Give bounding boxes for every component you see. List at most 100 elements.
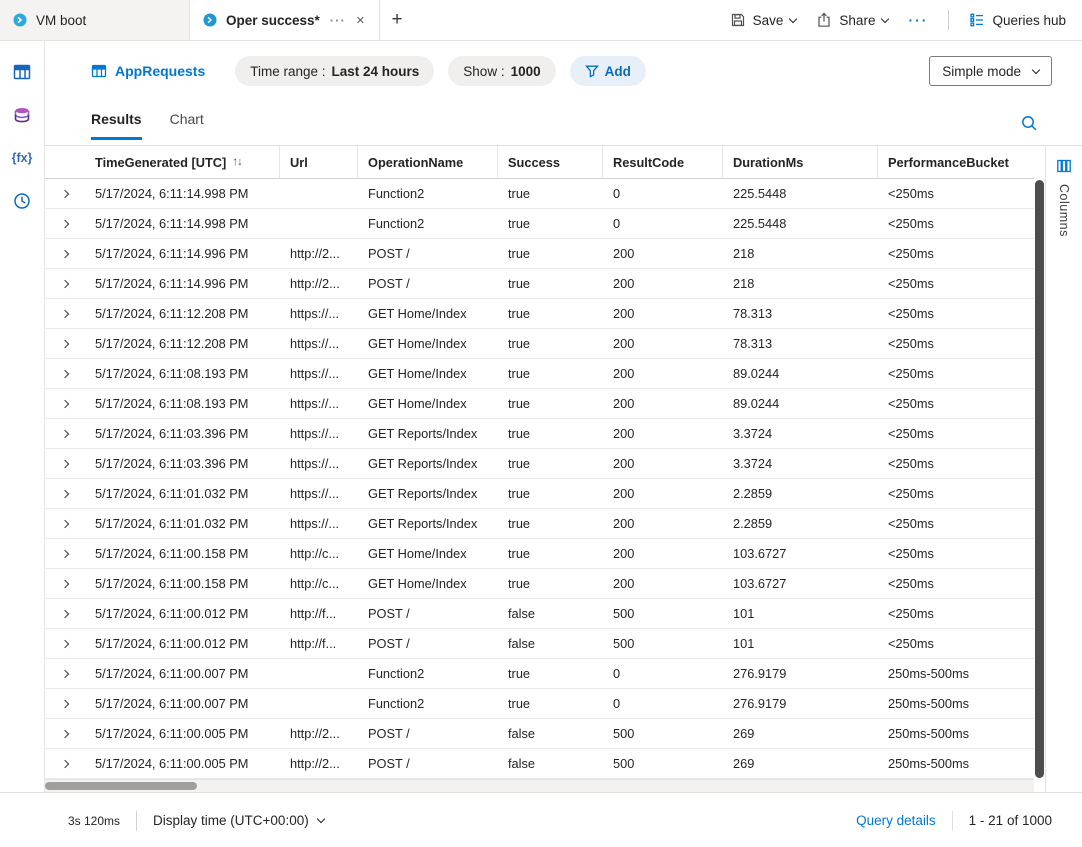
cell-resultcode: 200 <box>603 269 723 298</box>
table-row[interactable]: 5/17/2024, 6:11:14.998 PMFunction2true02… <box>45 209 1034 239</box>
row-expander-chevron-icon[interactable] <box>45 359 85 388</box>
table-row[interactable]: 5/17/2024, 6:11:03.396 PMhttps://...GET … <box>45 419 1034 449</box>
row-expander-chevron-icon[interactable] <box>45 599 85 628</box>
horizontal-scrollbar[interactable] <box>45 779 1034 792</box>
time-range-pill[interactable]: Time range : Last 24 hours <box>235 56 434 86</box>
row-expander-chevron-icon[interactable] <box>45 749 85 778</box>
cell-operationname: POST / <box>358 269 498 298</box>
table-selector[interactable]: AppRequests <box>91 63 205 79</box>
query-tab-vm-boot[interactable]: VM boot <box>0 0 190 40</box>
cell-durationms: 276.9179 <box>723 659 878 688</box>
row-expander-chevron-icon[interactable] <box>45 389 85 418</box>
tab-close-icon[interactable]: ✕ <box>354 12 367 29</box>
table-row[interactable]: 5/17/2024, 6:11:00.012 PMhttp://f...POST… <box>45 599 1034 629</box>
table-row[interactable]: 5/17/2024, 6:11:00.012 PMhttp://f...POST… <box>45 629 1034 659</box>
new-tab-button[interactable]: + <box>380 0 414 40</box>
cell-operationname: GET Reports/Index <box>358 479 498 508</box>
query-details-link[interactable]: Query details <box>856 813 936 828</box>
column-header-operationname[interactable]: OperationName <box>358 146 498 178</box>
table-row[interactable]: 5/17/2024, 6:11:08.193 PMhttps://...GET … <box>45 359 1034 389</box>
table-row[interactable]: 5/17/2024, 6:11:14.998 PMFunction2true02… <box>45 179 1034 209</box>
queries-hub-button[interactable]: Queries hub <box>969 12 1066 28</box>
add-filter-button[interactable]: Add <box>570 56 646 86</box>
table-row[interactable]: 5/17/2024, 6:11:03.396 PMhttps://...GET … <box>45 449 1034 479</box>
vertical-scrollbar[interactable] <box>1034 146 1045 792</box>
table-row[interactable]: 5/17/2024, 6:11:00.158 PMhttp://c...GET … <box>45 569 1034 599</box>
rail-item-functions[interactable]: {fx} <box>5 145 39 171</box>
cell-performancebucket: <250ms <box>878 209 1034 238</box>
table-row[interactable]: 5/17/2024, 6:11:00.007 PMFunction2true02… <box>45 659 1034 689</box>
table-row[interactable]: 5/17/2024, 6:11:14.996 PMhttp://2...POST… <box>45 269 1034 299</box>
table-row[interactable]: 5/17/2024, 6:11:08.193 PMhttps://...GET … <box>45 389 1034 419</box>
row-expander-chevron-icon[interactable] <box>45 629 85 658</box>
rail-item-query-history[interactable] <box>5 188 39 214</box>
table-row[interactable]: 5/17/2024, 6:11:00.005 PMhttp://2...POST… <box>45 749 1034 779</box>
row-expander-chevron-icon[interactable] <box>45 209 85 238</box>
row-expander-chevron-icon[interactable] <box>45 449 85 478</box>
show-limit-pill[interactable]: Show : 1000 <box>448 56 555 86</box>
horizontal-scrollbar-thumb[interactable] <box>45 782 197 790</box>
cell-url: http://2... <box>280 269 358 298</box>
column-header-label: ResultCode <box>613 155 684 170</box>
row-expander-chevron-icon[interactable] <box>45 329 85 358</box>
table-row[interactable]: 5/17/2024, 6:11:12.208 PMhttps://...GET … <box>45 299 1034 329</box>
column-header-resultcode[interactable]: ResultCode <box>603 146 723 178</box>
table-row[interactable]: 5/17/2024, 6:11:01.032 PMhttps://...GET … <box>45 479 1034 509</box>
row-expander-chevron-icon[interactable] <box>45 659 85 688</box>
mode-dropdown[interactable]: Simple mode <box>929 56 1052 86</box>
column-header-success[interactable]: Success <box>498 146 603 178</box>
row-expander-chevron-icon[interactable] <box>45 269 85 298</box>
cell-success: true <box>498 689 603 718</box>
tab-more-icon[interactable]: ··· <box>330 13 346 28</box>
cell-timegenerated: 5/17/2024, 6:11:12.208 PM <box>85 299 280 328</box>
row-expander-chevron-icon[interactable] <box>45 239 85 268</box>
row-expander-chevron-icon[interactable] <box>45 419 85 448</box>
column-header-timegenerated[interactable]: TimeGenerated [UTC] ↑↓ <box>85 146 280 178</box>
columns-pane-toggle[interactable]: Columns <box>1045 146 1082 792</box>
show-value: 1000 <box>511 64 541 79</box>
results-grid: TimeGenerated [UTC] ↑↓ Url OperationName… <box>45 146 1034 792</box>
cell-performancebucket: 250ms-500ms <box>878 659 1034 688</box>
query-tab-oper-success[interactable]: Oper success* ··· ✕ <box>190 0 380 40</box>
rail-item-queries[interactable] <box>5 102 39 128</box>
row-expander-chevron-icon[interactable] <box>45 509 85 538</box>
sort-icon[interactable]: ↑↓ <box>232 156 242 168</box>
search-icon[interactable] <box>1020 101 1038 145</box>
share-label: Share <box>839 13 875 28</box>
rail-item-tables[interactable] <box>5 59 39 85</box>
column-header-durationms[interactable]: DurationMs <box>723 146 878 178</box>
row-expander-chevron-icon[interactable] <box>45 539 85 568</box>
row-expander-chevron-icon[interactable] <box>45 719 85 748</box>
cell-performancebucket: <250ms <box>878 419 1034 448</box>
table-row[interactable]: 5/17/2024, 6:11:00.158 PMhttp://c...GET … <box>45 539 1034 569</box>
cell-success: true <box>498 269 603 298</box>
table-row[interactable]: 5/17/2024, 6:11:01.032 PMhttps://...GET … <box>45 509 1034 539</box>
cell-performancebucket: <250ms <box>878 449 1034 478</box>
table-row[interactable]: 5/17/2024, 6:11:00.005 PMhttp://2...POST… <box>45 719 1034 749</box>
cell-timegenerated: 5/17/2024, 6:11:00.007 PM <box>85 659 280 688</box>
row-expander-chevron-icon[interactable] <box>45 689 85 718</box>
chevron-down-icon <box>881 14 889 22</box>
row-expander-chevron-icon[interactable] <box>45 299 85 328</box>
vertical-scrollbar-thumb[interactable] <box>1035 180 1044 778</box>
row-expander-chevron-icon[interactable] <box>45 479 85 508</box>
share-button[interactable]: Share <box>816 12 888 28</box>
cell-resultcode: 0 <box>603 179 723 208</box>
tab-results[interactable]: Results <box>91 101 142 140</box>
table-row[interactable]: 5/17/2024, 6:11:00.007 PMFunction2true02… <box>45 689 1034 719</box>
cell-resultcode: 500 <box>603 599 723 628</box>
tab-chart[interactable]: Chart <box>170 101 204 140</box>
table-row[interactable]: 5/17/2024, 6:11:12.208 PMhttps://...GET … <box>45 329 1034 359</box>
table-row[interactable]: 5/17/2024, 6:11:14.996 PMhttp://2...POST… <box>45 239 1034 269</box>
left-icon-rail: {fx} <box>0 41 45 792</box>
save-label: Save <box>753 13 784 28</box>
display-time-dropdown[interactable]: Display time (UTC+00:00) <box>153 813 324 828</box>
cell-success: true <box>498 419 603 448</box>
save-button[interactable]: Save <box>730 12 797 28</box>
column-header-performancebucket[interactable]: PerformanceBucket <box>878 146 1034 178</box>
row-expander-chevron-icon[interactable] <box>45 179 85 208</box>
toolbar-more-button[interactable]: ··· <box>908 12 928 28</box>
column-header-url[interactable]: Url <box>280 146 358 178</box>
row-expander-chevron-icon[interactable] <box>45 569 85 598</box>
cell-operationname: GET Home/Index <box>358 299 498 328</box>
